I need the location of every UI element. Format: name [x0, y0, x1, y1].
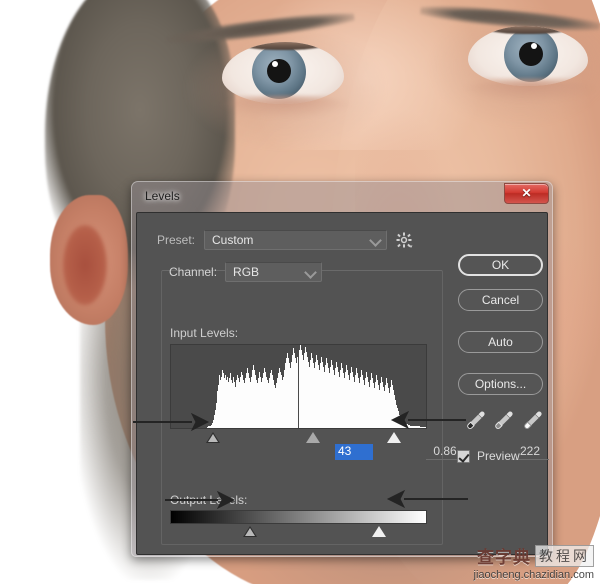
- right-undereye: [462, 80, 597, 102]
- output-levels-label: Output Levels:: [170, 493, 248, 507]
- left-eye: [222, 42, 344, 104]
- channel-value: RGB: [233, 265, 260, 279]
- watermark: 查字典 教程网 jiaocheng.chazidian.com: [474, 543, 594, 581]
- right-eye-glint: [531, 43, 537, 49]
- levels-dialog: Levels ✕ Preset: Custom Channel: RGB Inp…: [131, 181, 553, 557]
- chevron-down-icon: [371, 235, 380, 244]
- dialog-body: Preset: Custom Channel: RGB Input Levels…: [136, 212, 549, 555]
- chevron-down-icon: [306, 267, 315, 276]
- close-icon[interactable]: ✕: [504, 183, 549, 204]
- preset-row: Preset: Custom: [157, 229, 537, 251]
- histogram-chart: [170, 344, 427, 429]
- watermark-cn-boxed: 教程网: [535, 544, 594, 567]
- watermark-cn-primary: 查字典: [477, 548, 531, 568]
- input-levels-slider[interactable]: [170, 431, 427, 444]
- preset-label: Preset:: [157, 233, 196, 247]
- ear-inner: [63, 225, 107, 305]
- input-black-value-field[interactable]: 43: [335, 444, 373, 460]
- preset-dropdown[interactable]: Custom: [204, 230, 388, 250]
- channel-row: Channel: RGB: [169, 262, 323, 282]
- channel-label: Channel:: [169, 265, 218, 279]
- black-point-eyedropper-icon[interactable]: [466, 410, 486, 430]
- gear-icon[interactable]: [396, 232, 413, 249]
- preview-label: Preview: [477, 449, 520, 463]
- input-gamma-slider[interactable]: [305, 432, 320, 443]
- gray-point-eyedropper-icon[interactable]: [494, 410, 514, 430]
- eyedropper-group: [462, 408, 547, 432]
- ok-button[interactable]: OK: [458, 254, 543, 276]
- dialog-title: Levels: [145, 189, 180, 203]
- output-levels-slider[interactable]: [170, 525, 427, 538]
- white-point-eyedropper-icon[interactable]: [523, 410, 543, 430]
- input-white-point-slider[interactable]: [386, 432, 401, 443]
- output-black-point-slider[interactable]: [242, 526, 257, 537]
- screenshot-root: Levels ✕ Preset: Custom Channel: RGB Inp…: [0, 0, 600, 584]
- output-white-point-slider[interactable]: [371, 526, 386, 537]
- dialog-titlebar[interactable]: Levels ✕: [136, 183, 549, 212]
- channel-dropdown[interactable]: RGB: [225, 262, 323, 282]
- preview-checkbox[interactable]: [457, 449, 470, 463]
- left-eye-glint: [272, 61, 278, 67]
- watermark-url: jiaocheng.chazidian.com: [473, 569, 594, 581]
- auto-button[interactable]: Auto: [458, 331, 543, 353]
- preset-value: Custom: [212, 233, 254, 247]
- right-eye: [468, 26, 588, 86]
- watermark-logo: 查字典 教程网: [474, 543, 594, 568]
- histogram-bars: [171, 345, 426, 428]
- output-gradient-bar: [170, 510, 427, 524]
- options-button[interactable]: Options...: [458, 373, 543, 395]
- left-undereye: [218, 96, 353, 118]
- input-black-point-slider[interactable]: [206, 432, 221, 443]
- cancel-button[interactable]: Cancel: [458, 289, 543, 311]
- left-pupil: [267, 59, 291, 83]
- preview-checkbox-row[interactable]: Preview: [457, 449, 520, 463]
- input-levels-label: Input Levels:: [170, 326, 239, 340]
